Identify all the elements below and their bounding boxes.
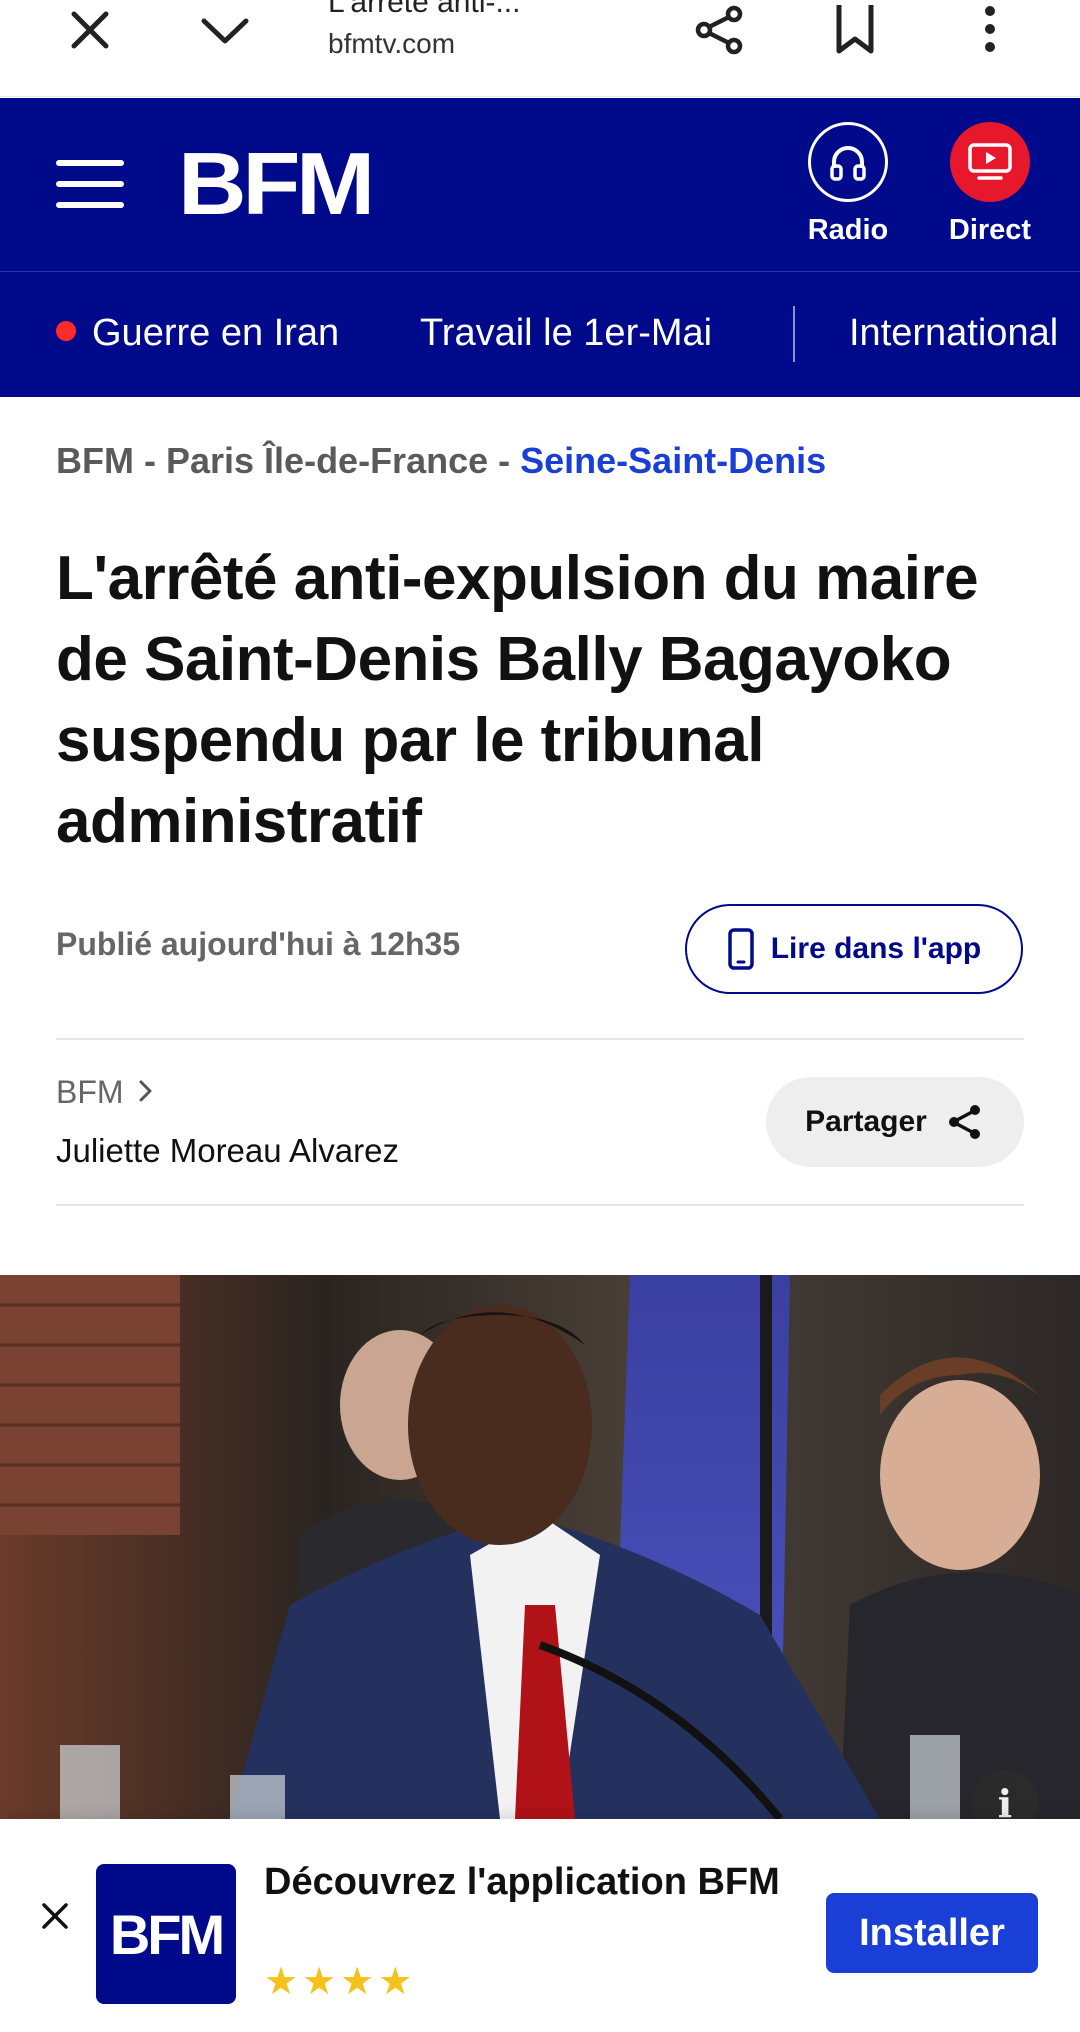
breadcrumb: BFM - Paris Île-de-France - Seine-Saint-Deni…	[56, 440, 826, 482]
radio-button[interactable]: Radio	[788, 122, 908, 247]
radio-label: Radio	[807, 214, 889, 246]
bookmark-icon[interactable]	[820, 0, 890, 60]
app-install-banner: BFM Découvrez l'application BFM ★★★★ Ins…	[0, 1819, 1080, 2032]
author-name[interactable]: Juliette Moreau Alvarez	[56, 1132, 399, 1170]
headphones-icon	[808, 122, 888, 202]
tab-info[interactable]: L'arrêté anti-... bfmtv.com	[328, 0, 658, 60]
article-photo[interactable]	[0, 1275, 1080, 1819]
read-in-app-label: Lire dans l'app	[770, 932, 982, 965]
close-icon[interactable]	[55, 0, 125, 60]
more-vert-icon[interactable]	[955, 0, 1025, 60]
share-button[interactable]: Partager	[766, 1077, 1024, 1167]
nav-item-label: Travail le 1er-Mai	[420, 312, 713, 354]
banner-title: Découvrez l'application BFM	[264, 1861, 780, 1903]
menu-icon[interactable]	[56, 160, 126, 208]
topic-nav: Guerre en Iran Travail le 1er-Mai Intern…	[0, 271, 1080, 397]
breadcrumb-separator: -	[143, 440, 156, 481]
divider	[56, 1038, 1024, 1040]
read-in-app-button[interactable]: Lire dans l'app	[685, 904, 1023, 994]
nav-item-label: International	[849, 312, 1059, 354]
tv-play-icon	[950, 122, 1030, 202]
nav-item-label: Guerre en Iran	[92, 312, 340, 354]
publish-date: Publié aujourd'hui à 12h35	[56, 926, 461, 962]
site-header: BFM Radio Direct	[0, 98, 1080, 271]
article-headline: L'arrêté anti-expulsion du maire de Sain…	[56, 544, 979, 856]
rating-stars: ★★★★	[264, 1961, 417, 2003]
breadcrumb-seine-saint-denis[interactable]: Seine-Saint-Denis	[520, 440, 826, 481]
chevron-down-icon[interactable]	[190, 0, 260, 60]
nav-item-international[interactable]: International	[849, 312, 1058, 355]
author-source[interactable]: BFM	[56, 1074, 154, 1111]
browser-toolbar: L'arrêté anti-... bfmtv.com	[0, 0, 1080, 97]
breadcrumb-separator: -	[498, 440, 511, 481]
breadcrumb-bfm[interactable]: BFM	[56, 440, 134, 481]
bfm-app-logo: BFM	[96, 1864, 236, 2004]
url-text: bfmtv.com	[328, 28, 456, 59]
tab-title: L'arrêté anti-...	[328, 0, 521, 19]
chevron-right-icon	[138, 1074, 154, 1111]
share-label: Partager	[805, 1105, 927, 1138]
install-button[interactable]: Installer	[826, 1893, 1038, 1973]
close-icon[interactable]	[30, 1891, 80, 1941]
direct-button[interactable]: Direct	[930, 122, 1050, 247]
share-icon[interactable]	[685, 0, 755, 60]
live-dot-icon	[56, 320, 76, 341]
author-source-label: BFM	[56, 1074, 124, 1110]
breadcrumb-paris[interactable]: Paris Île-de-France	[166, 440, 488, 481]
bfm-logo[interactable]: BFM	[178, 140, 375, 228]
divider	[56, 1204, 1024, 1206]
phone-icon	[727, 928, 754, 970]
share-icon	[948, 1105, 980, 1139]
nav-item-guerre-en-iran[interactable]: Guerre en Iran	[56, 312, 339, 355]
nav-separator	[793, 306, 795, 362]
nav-item-travail[interactable]: Travail le 1er-Mai	[420, 312, 712, 355]
direct-label: Direct	[948, 214, 1032, 246]
